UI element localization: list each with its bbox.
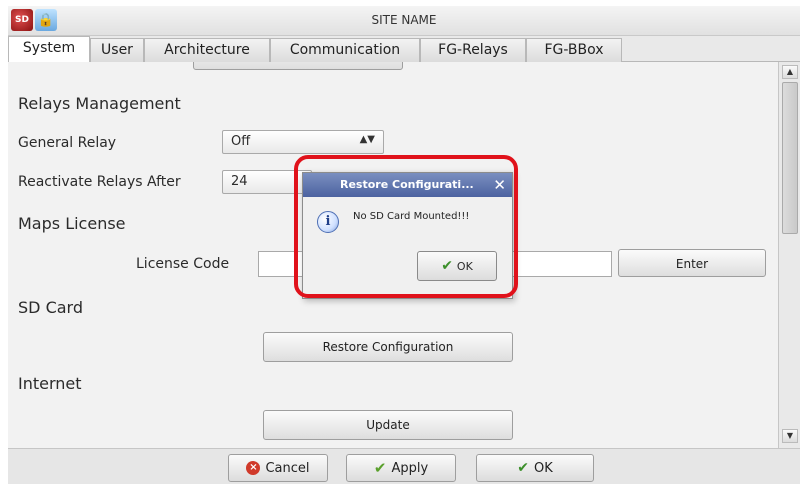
scrollbar-thumb[interactable]	[782, 82, 798, 234]
checkmark-icon: ✔	[373, 459, 387, 477]
red-highlight-box	[294, 155, 518, 298]
reactivate-relays-value: 24	[231, 174, 248, 189]
general-relay-select[interactable]: Off ▲▼	[222, 130, 384, 154]
relays-management-title: Relays Management	[18, 94, 181, 113]
scrolled-off-button[interactable]	[193, 62, 403, 70]
scroll-down-arrow-icon[interactable]: ▼	[782, 429, 798, 443]
general-relay-label: General Relay	[18, 135, 117, 151]
cancel-button[interactable]: × Cancel	[228, 454, 328, 482]
window-titlebar: SD 🔒 SITE NAME	[8, 6, 800, 36]
tab-fg-relays[interactable]: FG-Relays	[420, 38, 526, 62]
apply-label: Apply	[391, 460, 429, 476]
ok-button[interactable]: ✔ OK	[476, 454, 594, 482]
cancel-label: Cancel	[265, 460, 310, 476]
ok-check-icon: ✔	[517, 460, 529, 476]
general-relay-value: Off	[231, 134, 251, 149]
tab-architecture[interactable]: Architecture	[144, 38, 270, 62]
vertical-scrollbar[interactable]: ▲ ▼	[778, 62, 800, 448]
tab-bar: System User Architecture Communication F…	[8, 36, 800, 63]
restore-configuration-button[interactable]: Restore Configuration	[263, 332, 513, 362]
ok-label: OK	[533, 460, 553, 476]
cancel-x-icon: ×	[246, 461, 261, 475]
maps-license-title: Maps License	[18, 214, 126, 233]
license-code-label: License Code	[136, 256, 230, 272]
reactivate-relays-label: Reactivate Relays After	[18, 174, 181, 190]
bottom-button-bar: × Cancel ✔ Apply ✔ OK	[8, 448, 800, 484]
tab-fg-bbox[interactable]: FG-BBox	[526, 38, 622, 62]
tab-user[interactable]: User	[90, 38, 144, 62]
enter-button[interactable]: Enter	[618, 249, 766, 277]
tab-communication[interactable]: Communication	[270, 38, 420, 62]
updown-arrows-icon: ▲▼	[359, 134, 375, 145]
sd-card-title: SD Card	[18, 298, 83, 317]
apply-button[interactable]: ✔ Apply	[346, 454, 456, 482]
update-button[interactable]: Update	[263, 410, 513, 440]
tab-system[interactable]: System	[8, 36, 90, 63]
window-title: SITE NAME	[371, 13, 437, 27]
internet-title: Internet	[18, 374, 82, 393]
scroll-up-arrow-icon[interactable]: ▲	[782, 65, 798, 79]
